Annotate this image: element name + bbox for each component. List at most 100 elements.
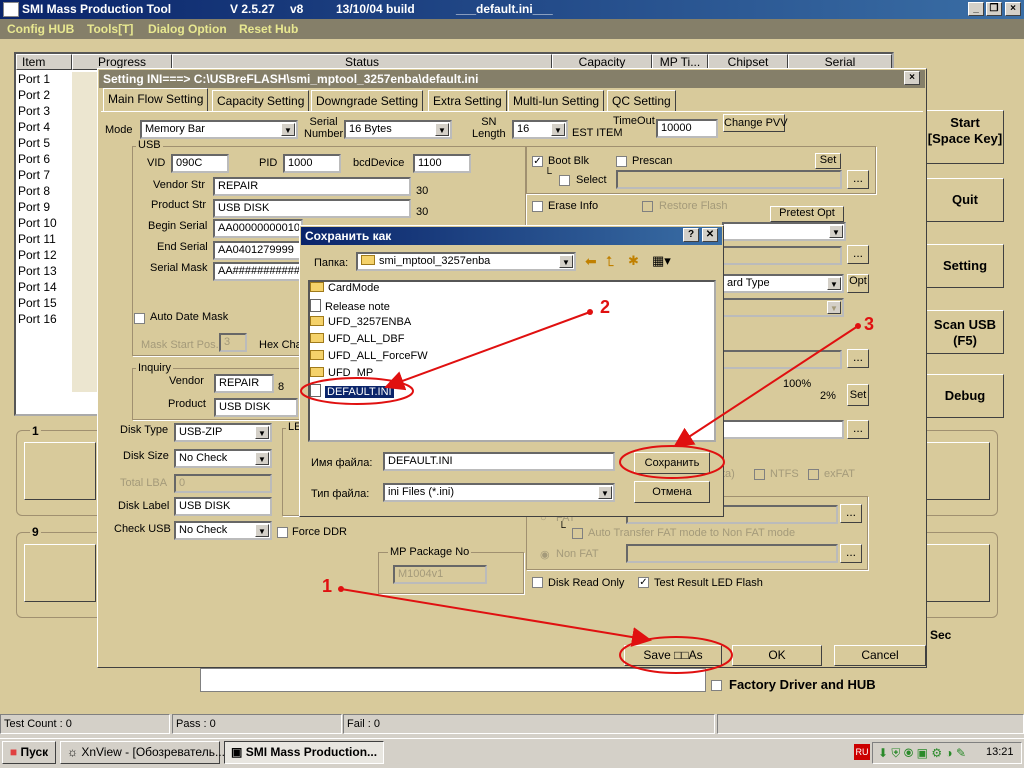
port-slot-1[interactable] bbox=[24, 442, 96, 500]
tab-capacity[interactable]: Capacity Setting bbox=[212, 90, 310, 111]
tab-main-flow[interactable]: Main Flow Setting bbox=[103, 88, 209, 111]
save-confirm-button[interactable]: Сохранить bbox=[634, 452, 710, 474]
start-menu-button[interactable]: ■ Пуск bbox=[2, 741, 56, 764]
ntfs-checkbox[interactable] bbox=[754, 469, 765, 480]
extra-input[interactable] bbox=[722, 420, 844, 439]
menu-tools[interactable]: Tools[T] bbox=[87, 22, 133, 36]
folder-select[interactable]: smi_mptool_3257enba ▼ bbox=[356, 252, 576, 271]
serial-mask-input[interactable]: AA############ bbox=[213, 262, 303, 281]
inquiry-product-input[interactable]: USB DISK bbox=[214, 398, 298, 417]
col-item[interactable]: Item bbox=[16, 54, 72, 70]
boot-blk-checkbox[interactable]: ✓ bbox=[532, 156, 543, 167]
inquiry-vendor-input[interactable]: REPAIR bbox=[214, 374, 274, 393]
debug-button[interactable]: Debug bbox=[926, 374, 1004, 418]
table-row[interactable]: Port 4 bbox=[18, 120, 72, 136]
restore-flash-checkbox[interactable] bbox=[642, 201, 653, 212]
task-xnview[interactable]: ☼ XnView - [Обозреватель... bbox=[60, 741, 225, 764]
auto-transfer-checkbox[interactable] bbox=[572, 528, 583, 539]
change-pvv-button[interactable]: Change PVV bbox=[723, 114, 788, 132]
disk-read-only-checkbox[interactable] bbox=[532, 577, 543, 588]
browse-button-2[interactable]: ... bbox=[847, 245, 869, 264]
tab-extra[interactable]: Extra Setting bbox=[428, 90, 507, 111]
table-row[interactable]: Port 1 bbox=[18, 72, 72, 88]
prescan-checkbox[interactable] bbox=[616, 156, 627, 167]
vendor-str-input[interactable]: REPAIR bbox=[213, 177, 411, 196]
table-row[interactable]: Port 2 bbox=[18, 88, 72, 104]
mode-select[interactable]: Memory Bar ▼ bbox=[140, 120, 298, 139]
list-item[interactable]: UFD_ALL_ForceFW bbox=[310, 350, 428, 367]
table-row[interactable]: Port 16 bbox=[18, 312, 72, 328]
save-dialog-close-button[interactable]: ✕ bbox=[702, 228, 718, 242]
begin-serial-input[interactable]: AA00000000010 bbox=[213, 219, 303, 238]
filetype-select[interactable]: ini Files (*.ini) ▼ bbox=[383, 483, 615, 502]
opt-button[interactable]: Opt bbox=[847, 274, 869, 293]
maximize-button[interactable]: ❐ bbox=[986, 2, 1002, 16]
start-button[interactable]: Start [Space Key] bbox=[926, 110, 1004, 164]
save-as-button[interactable]: Save □□As bbox=[624, 645, 722, 666]
non-fat-radio[interactable]: ◉ bbox=[540, 548, 550, 561]
table-row[interactable]: Port 15 bbox=[18, 296, 72, 312]
cancel-button[interactable]: Cancel bbox=[834, 645, 926, 666]
port-slot-16[interactable] bbox=[926, 544, 990, 602]
set-button-2[interactable]: Set bbox=[847, 384, 869, 406]
list-item[interactable]: UFD_MP bbox=[310, 367, 373, 384]
save-cancel-button[interactable]: Отмена bbox=[634, 481, 710, 503]
pid-input[interactable]: 1000 bbox=[283, 154, 341, 173]
table-row[interactable]: Port 13 bbox=[18, 264, 72, 280]
scan-usb-button[interactable]: Scan USB (F5) bbox=[926, 310, 1004, 354]
up-folder-icon[interactable]: ⮤ bbox=[606, 253, 614, 270]
timeout-input[interactable]: 10000 bbox=[656, 119, 718, 138]
test-result-led-checkbox[interactable]: ✓ bbox=[638, 577, 649, 588]
factory-driver-checkbox[interactable] bbox=[711, 680, 722, 691]
product-str-input[interactable]: USB DISK bbox=[213, 199, 411, 218]
serial-number-select[interactable]: 16 Bytes ▼ bbox=[344, 120, 452, 139]
table-row[interactable]: Port 12 bbox=[18, 248, 72, 264]
end-serial-input[interactable]: AA0401279999 bbox=[213, 241, 303, 260]
browse-button-4[interactable]: ... bbox=[847, 420, 869, 439]
sn-length-select[interactable]: 16 ▼ bbox=[512, 120, 568, 139]
list-item[interactable]: Release note bbox=[310, 299, 390, 316]
browse-button-5[interactable]: ... bbox=[840, 504, 862, 523]
table-row[interactable]: Port 8 bbox=[18, 184, 72, 200]
force-ddr-checkbox[interactable] bbox=[277, 527, 288, 538]
browse-button-1[interactable]: ... bbox=[847, 170, 869, 189]
flow-path-input[interactable] bbox=[722, 246, 842, 265]
table-row[interactable]: Port 6 bbox=[18, 152, 72, 168]
card-type-select[interactable]: ard Type ▼ bbox=[722, 274, 844, 293]
list-item[interactable]: UFD_ALL_DBF bbox=[310, 333, 404, 350]
table-row[interactable]: Port 3 bbox=[18, 104, 72, 120]
auto-date-mask-checkbox[interactable] bbox=[134, 313, 145, 324]
tray-icons[interactable]: ⬇ ⛨ ⦿ ▣ ⚙ ◑ ✎ bbox=[878, 746, 966, 761]
list-item[interactable]: DEFAULT.INI bbox=[310, 384, 394, 401]
task-smi[interactable]: ▣ SMI Mass Production... bbox=[224, 741, 384, 764]
mask-start-pos-input[interactable]: 3 bbox=[219, 333, 247, 352]
new-folder-icon[interactable]: ✱ bbox=[628, 253, 639, 269]
tab-downgrade[interactable]: Downgrade Setting bbox=[311, 90, 424, 111]
set-button[interactable]: Set bbox=[815, 153, 841, 169]
disabled-path-input[interactable] bbox=[722, 350, 842, 369]
list-item[interactable]: CardMode bbox=[310, 282, 379, 299]
mp-package-input[interactable]: M1004v1 bbox=[393, 565, 487, 584]
table-row[interactable]: Port 14 bbox=[18, 280, 72, 296]
table-row[interactable]: Port 9 bbox=[18, 200, 72, 216]
tab-multilun[interactable]: Multi-lun Setting bbox=[508, 90, 605, 111]
disk-label-input[interactable]: USB DISK bbox=[174, 497, 272, 516]
bcd-input[interactable]: 1100 bbox=[413, 154, 471, 173]
back-icon[interactable]: ⬅ bbox=[585, 253, 597, 270]
exfat-checkbox[interactable] bbox=[808, 469, 819, 480]
setting-close-button[interactable]: × bbox=[904, 71, 920, 85]
disk-type-select[interactable]: USB-ZIP ▼ bbox=[174, 423, 272, 442]
table-row[interactable]: Port 11 bbox=[18, 232, 72, 248]
setting-button[interactable]: Setting bbox=[926, 244, 1004, 288]
language-indicator[interactable]: RU bbox=[854, 744, 870, 760]
total-lba-input[interactable]: 0 bbox=[174, 474, 272, 493]
minimize-button[interactable]: _ bbox=[968, 2, 984, 16]
browse-button-3[interactable]: ... bbox=[847, 349, 869, 368]
menu-config-hub[interactable]: Config HUB bbox=[7, 22, 74, 36]
select-path-input[interactable] bbox=[616, 170, 842, 189]
table-row[interactable]: Port 5 bbox=[18, 136, 72, 152]
tab-qc[interactable]: QC Setting bbox=[607, 90, 676, 111]
select-checkbox[interactable] bbox=[559, 175, 570, 186]
pretest-opt-button[interactable]: Pretest Opt bbox=[770, 206, 844, 222]
non-fat-path-input[interactable] bbox=[626, 544, 838, 563]
